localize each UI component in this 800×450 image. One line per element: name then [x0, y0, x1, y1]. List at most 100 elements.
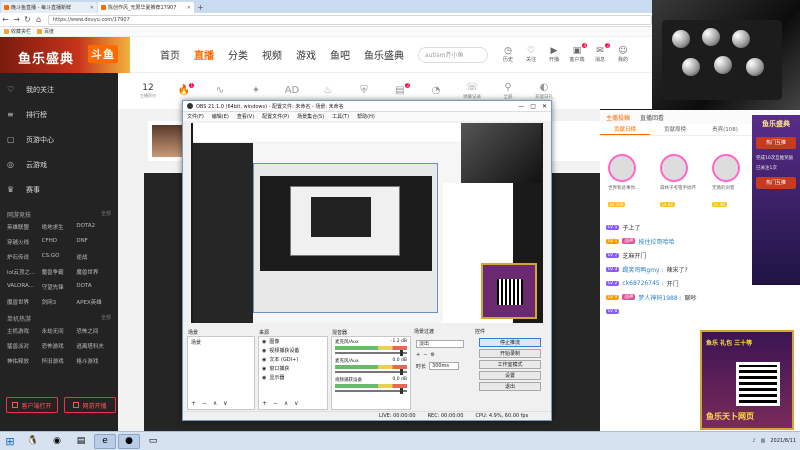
- stop-streaming-button[interactable]: 停止推流: [479, 338, 541, 347]
- add-icon[interactable]: +: [416, 352, 420, 358]
- category-link[interactable]: 魔兽世界: [7, 298, 42, 306]
- open-client-button[interactable]: 客户端打开: [6, 397, 58, 413]
- minimize-button[interactable]: —: [518, 103, 524, 110]
- eye-icon[interactable]: ◉: [262, 375, 266, 381]
- volume-icon[interactable]: ♪: [752, 438, 755, 444]
- category-link[interactable]: 恐怖游戏: [42, 342, 77, 350]
- studio-mode-button[interactable]: 工作室模式: [479, 360, 541, 369]
- maximize-button[interactable]: □: [530, 103, 536, 110]
- browser-tab[interactable]: 晚斗鱼直播 - 每斗直播新鲜 ✕: [1, 2, 97, 13]
- menu-view[interactable]: 查看(V): [237, 113, 254, 120]
- eye-icon[interactable]: ◉: [262, 348, 266, 354]
- menu-file[interactable]: 文件(F): [187, 113, 204, 120]
- follow-button[interactable]: ♡ 关注: [523, 46, 539, 63]
- nav-game[interactable]: 游戏: [296, 47, 316, 62]
- source-item[interactable]: ◉ 图像: [259, 337, 327, 346]
- source-item[interactable]: ◉ 文本 (GDI+): [259, 355, 327, 364]
- slider-handle[interactable]: [400, 388, 403, 394]
- sidebar-item-esports[interactable]: ♛ 赛事: [0, 177, 118, 202]
- menu-profile[interactable]: 配置文件(P): [262, 113, 289, 120]
- client-button[interactable]: 4 ▣ 客户端: [569, 43, 587, 63]
- slider-handle[interactable]: [400, 369, 403, 375]
- contributor[interactable]: 世界和此事你... LV 109: [608, 154, 644, 210]
- url-input[interactable]: https://www.douyu.com/17907: [48, 14, 652, 25]
- volume-slider[interactable]: [335, 388, 407, 394]
- menu-scene-collection[interactable]: 场景集合(S): [297, 113, 324, 120]
- close-button[interactable]: ✕: [542, 103, 547, 110]
- nav-live[interactable]: 直播: [194, 47, 214, 62]
- category-link[interactable]: 逆战: [76, 253, 111, 261]
- duration-input[interactable]: 300ms: [429, 362, 460, 370]
- network-icon[interactable]: ▥: [761, 438, 766, 444]
- new-tab-button[interactable]: +: [197, 2, 204, 13]
- category-link[interactable]: 炉石传说: [7, 253, 42, 261]
- source-item[interactable]: ◉ 显示器: [259, 373, 327, 382]
- toolbar-item[interactable]: AD: [280, 85, 304, 97]
- toolbar-item[interactable]: ⛨: [352, 85, 376, 97]
- nav-category[interactable]: 分类: [228, 47, 248, 62]
- panel-toolbar[interactable]: + − ∧ ∨: [262, 400, 301, 407]
- toolbar-item[interactable]: ✦: [244, 85, 268, 97]
- sidebar-item-cloudgame[interactable]: ◎ 云游戏: [0, 152, 118, 177]
- toolbar-item[interactable]: ⚲ 全部: [496, 82, 520, 100]
- toolbar-item[interactable]: 1 🔥: [172, 83, 196, 97]
- contributor[interactable]: 无情的剑客 LV 48: [712, 154, 748, 210]
- user-button[interactable]: ☺ 我的: [615, 46, 631, 63]
- toolbar-item[interactable]: ♨: [316, 85, 340, 97]
- nav-festival[interactable]: 鱼乐盛典: [364, 47, 404, 62]
- category-link[interactable]: 猛兽派对: [7, 342, 42, 350]
- settings-button[interactable]: 设置: [479, 371, 541, 380]
- category-link[interactable]: 穿越火线: [7, 238, 42, 246]
- sidebar-item-rank[interactable]: ≡ 排行榜: [0, 102, 118, 127]
- clock[interactable]: 2021/8/11: [770, 438, 796, 444]
- menu-tools[interactable]: 工具(T): [332, 113, 349, 120]
- toolbar-item[interactable]: ∿: [208, 85, 232, 97]
- nav-video[interactable]: 视频: [262, 47, 282, 62]
- tab-anchor-posts[interactable]: 主播投稿: [606, 113, 630, 122]
- history-button[interactable]: ◷ 历史: [500, 46, 516, 63]
- category-link[interactable]: DOTA2: [76, 223, 111, 231]
- browser-tab-active[interactable]: 陈创作风_无限华夏推荐17907 ✕: [98, 2, 194, 13]
- back-button[interactable]: ←: [0, 15, 11, 24]
- category-link[interactable]: 主机游戏: [7, 327, 42, 335]
- broadcast-button[interactable]: ▶ 开播: [546, 46, 562, 63]
- tab-vip[interactable]: 贵宾(108): [700, 124, 750, 135]
- eye-icon[interactable]: ◉: [262, 366, 266, 372]
- volume-slider[interactable]: [335, 350, 407, 356]
- chat-user[interactable]: 踢笑鸡鸭gmy :: [622, 265, 663, 274]
- eye-icon[interactable]: ◉: [262, 339, 266, 345]
- start-recording-button[interactable]: 开始录制: [479, 349, 541, 358]
- close-tab-icon[interactable]: ✕: [90, 5, 94, 11]
- category-link[interactable]: 恐怖之间: [76, 327, 111, 335]
- sidebar-item-pagegame[interactable]: ▢ 页游中心: [0, 127, 118, 152]
- category-link[interactable]: 绝地求生: [42, 223, 77, 231]
- category-link[interactable]: DNF: [76, 238, 111, 246]
- bookmark-item[interactable]: 百度: [37, 28, 54, 35]
- obs-titlebar[interactable]: OBS 21.1.0 (64bit, windows) - 配置文件: 未命名 …: [183, 101, 551, 112]
- window-icon[interactable]: ▭: [142, 434, 164, 449]
- start-stream-button[interactable]: 网游开播: [64, 397, 116, 413]
- section-more-link[interactable]: 全部: [101, 210, 111, 219]
- panel-toolbar[interactable]: + − ∧ ∨: [191, 400, 230, 407]
- toolbar-item[interactable]: 2 ▤: [388, 83, 412, 97]
- sidebar-item-follow[interactable]: ♡ 我的关注: [0, 77, 118, 102]
- category-link[interactable]: 魔兽争霸: [42, 268, 77, 276]
- category-link[interactable]: lol云顶之...: [7, 268, 42, 276]
- message-button[interactable]: 2 ✉ 消息: [592, 43, 610, 63]
- toolbar-item[interactable]: ◔: [424, 85, 448, 97]
- start-button[interactable]: ⊞: [0, 433, 20, 450]
- menu-help[interactable]: 帮助(H): [357, 113, 375, 120]
- category-link[interactable]: CFHD: [42, 238, 77, 246]
- section-more-link[interactable]: 全部: [101, 314, 111, 323]
- promo-button[interactable]: 热门互推: [756, 177, 796, 189]
- obs-icon[interactable]: ●: [118, 433, 140, 449]
- search-input[interactable]: autism芥小鱼: [418, 46, 488, 63]
- category-link[interactable]: 格斗游戏: [76, 357, 111, 365]
- streamer-avatar[interactable]: [152, 125, 184, 157]
- eye-icon[interactable]: ◉: [262, 357, 266, 363]
- source-item[interactable]: ◉ 视频捕获设备: [259, 346, 327, 355]
- forward-button[interactable]: →: [11, 15, 22, 24]
- close-tab-icon[interactable]: ✕: [187, 5, 191, 11]
- reload-button[interactable]: ↻: [22, 15, 33, 24]
- category-link[interactable]: 剑网3: [42, 298, 77, 306]
